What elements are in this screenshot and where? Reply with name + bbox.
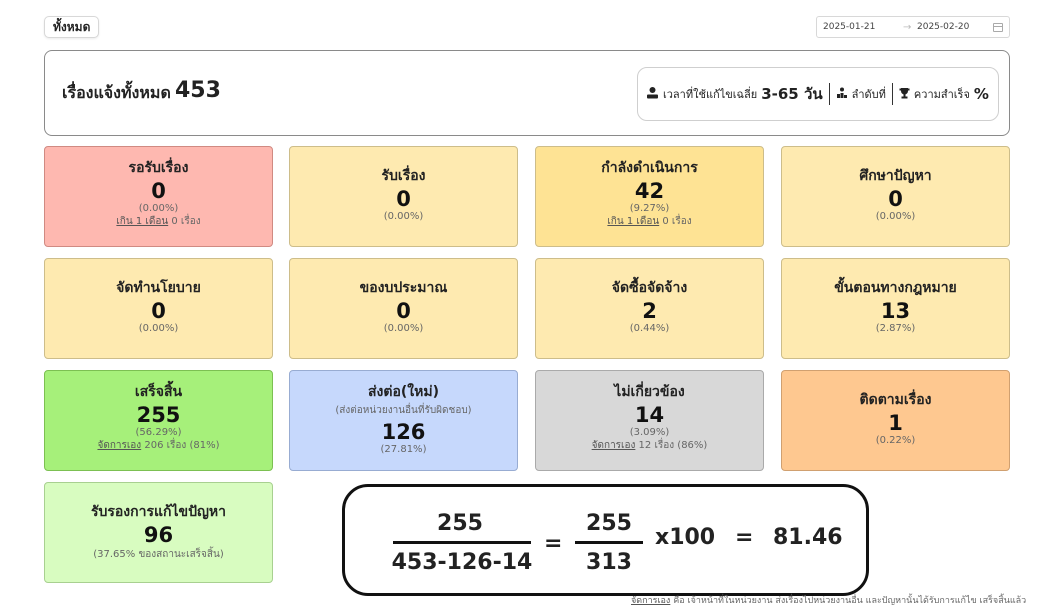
- date-end[interactable]: 2025-02-20: [917, 22, 993, 32]
- summary-panel: เรื่องแจ้งทั้งหมด 453 เวลาที่ใช้แก้ไขเฉล…: [44, 50, 1010, 136]
- formula-denominator-2: 313: [586, 550, 632, 575]
- card-value: 1: [888, 411, 903, 435]
- card-value: 0: [151, 179, 166, 203]
- filter-all-button[interactable]: ทั้งหมด: [44, 16, 100, 38]
- card-title: จัดซื้อจัดจ้าง: [611, 280, 688, 296]
- card-sub: เกิน 1 เดือน 0 เรื่อง: [116, 216, 201, 228]
- success-value: %: [973, 85, 989, 103]
- card-title: รับรองการแก้ไขปัญหา: [90, 504, 227, 520]
- card-title: ติดตามเรื่อง: [859, 392, 932, 408]
- card-title: ไม่เกี่ยวข้อง: [614, 384, 685, 400]
- card-title: เสร็จสิ้น: [134, 384, 183, 400]
- card-value: 126: [381, 420, 426, 444]
- over-month-link[interactable]: เกิน 1 เดือน: [116, 216, 168, 227]
- footnote: จัดการเอง คือ เจ้าหน้าที่ในหน่วยงาน ส่งเ…: [631, 593, 1026, 607]
- formula-numerator-1: 255: [437, 511, 483, 536]
- card-percent: (0.44%): [629, 323, 670, 335]
- success-rate-formula: 255 453-126-14 = 255 313 x100 = 81.46: [342, 484, 869, 596]
- arrow-right-icon: →: [903, 21, 912, 33]
- person-icon: [646, 86, 659, 102]
- card-title: รอรับเรื่อง: [128, 160, 189, 176]
- formula-denominator-1: 453-126-14: [391, 550, 533, 575]
- card-value: 0: [151, 299, 166, 323]
- card-value: 14: [634, 403, 665, 427]
- card-value: 0: [396, 187, 411, 211]
- card-value: 2: [642, 299, 657, 323]
- fraction-bar: [575, 541, 643, 544]
- self-handled-link[interactable]: จัดการเอง: [592, 440, 636, 451]
- status-card-verified[interactable]: รับรองการแก้ไขปัญหา 96 (37.65% ของสถานะเ…: [44, 482, 273, 583]
- success-label: ความสำเร็จ: [913, 88, 970, 101]
- date-range-picker[interactable]: 2025-01-21 → 2025-02-20: [816, 16, 1010, 38]
- card-value: 96: [143, 523, 174, 547]
- date-start[interactable]: 2025-01-21: [823, 22, 903, 32]
- card-title: ส่งต่อ(ใหม่): [368, 384, 439, 400]
- card-title: รับเรื่อง: [381, 168, 426, 184]
- card-percent: (0.00%): [138, 203, 179, 215]
- card-value: 255: [136, 403, 181, 427]
- card-value: 13: [880, 299, 911, 323]
- formula-result: 81.46: [773, 525, 843, 550]
- card-percent: (3.09%): [629, 427, 670, 439]
- stats-pill: เวลาที่ใช้แก้ไขเฉลี่ย 3-65 วัน ลำดับที่ …: [637, 67, 999, 121]
- status-card-budget[interactable]: ของบประมาณ 0 (0.00%): [289, 258, 518, 359]
- card-percent: (0.00%): [138, 323, 179, 335]
- card-percent: (0.00%): [875, 211, 916, 223]
- card-percent: (27.81%): [380, 444, 427, 456]
- calendar-icon[interactable]: [993, 22, 1003, 32]
- success-stat: ความสำเร็จ %: [899, 85, 989, 103]
- total-reports-value: 453: [175, 78, 221, 103]
- card-value: 0: [396, 299, 411, 323]
- formula-numerator-2: 255: [586, 511, 632, 536]
- card-percent: (9.27%): [629, 203, 670, 215]
- status-card-policy[interactable]: จัดทำนโยบาย 0 (0.00%): [44, 258, 273, 359]
- formula-equals-1: =: [544, 531, 563, 556]
- card-title: ขั้นตอนทางกฎหมาย: [834, 280, 957, 296]
- card-percent: (37.65% ของสถานะเสร็จสิ้น): [93, 549, 224, 561]
- avg-time-stat: เวลาที่ใช้แก้ไขเฉลี่ย 3-65 วัน: [646, 82, 823, 106]
- card-value: 42: [634, 179, 665, 203]
- over-month-link[interactable]: เกิน 1 เดือน: [607, 216, 659, 227]
- card-sub: เกิน 1 เดือน 0 เรื่อง: [607, 216, 692, 228]
- divider: [891, 83, 893, 105]
- card-percent: (0.22%): [875, 435, 916, 447]
- fraction-bar: [393, 541, 531, 544]
- card-title: กำลังดำเนินการ: [601, 160, 698, 176]
- card-percent: (0.00%): [383, 323, 424, 335]
- card-title: ศึกษาปัญหา: [859, 168, 932, 184]
- status-card-completed[interactable]: เสร็จสิ้น 255 (56.29%) จัดการเอง 206 เรื…: [44, 370, 273, 471]
- avg-time-label: เวลาที่ใช้แก้ไขเฉลี่ย: [663, 88, 758, 101]
- rank-label: ลำดับที่: [851, 88, 886, 101]
- status-card-study[interactable]: ศึกษาปัญหา 0 (0.00%): [781, 146, 1010, 247]
- card-percent: (2.87%): [875, 323, 916, 335]
- formula-equals-2: =: [735, 525, 754, 550]
- status-card-forwarded[interactable]: ส่งต่อ(ใหม่) (ส่งต่อหน่วยงานอื่นที่รับผิ…: [289, 370, 518, 471]
- total-reports-label: เรื่องแจ้งทั้งหมด: [62, 83, 171, 102]
- card-percent: (56.29%): [135, 427, 182, 439]
- status-card-procurement[interactable]: จัดซื้อจัดจ้าง 2 (0.44%): [535, 258, 764, 359]
- rank-stat: ลำดับที่: [836, 85, 886, 103]
- divider: [828, 83, 830, 105]
- card-note: (ส่งต่อหน่วยงานอื่นที่รับผิดชอบ): [335, 405, 472, 416]
- trophy-icon: [899, 87, 910, 102]
- status-card-in-progress[interactable]: กำลังดำเนินการ 42 (9.27%) เกิน 1 เดือน 0…: [535, 146, 764, 247]
- card-percent: (0.00%): [383, 211, 424, 223]
- card-sub: จัดการเอง 206 เรื่อง (81%): [97, 440, 220, 452]
- card-title: ของบประมาณ: [359, 280, 448, 296]
- status-card-received[interactable]: รับเรื่อง 0 (0.00%): [289, 146, 518, 247]
- hierarchy-icon: [836, 87, 848, 102]
- formula-multiplier: x100: [655, 525, 716, 550]
- status-card-unrelated[interactable]: ไม่เกี่ยวข้อง 14 (3.09%) จัดการเอง 12 เร…: [535, 370, 764, 471]
- card-title: จัดทำนโยบาย: [116, 280, 201, 296]
- status-card-follow-up[interactable]: ติดตามเรื่อง 1 (0.22%): [781, 370, 1010, 471]
- self-handled-link[interactable]: จัดการเอง: [97, 440, 141, 451]
- avg-time-value: 3-65 วัน: [761, 85, 823, 103]
- card-sub: จัดการเอง 12 เรื่อง (86%): [591, 440, 708, 452]
- footnote-link[interactable]: จัดการเอง: [631, 596, 670, 606]
- status-card-pending[interactable]: รอรับเรื่อง 0 (0.00%) เกิน 1 เดือน 0 เรื…: [44, 146, 273, 247]
- status-card-legal[interactable]: ขั้นตอนทางกฎหมาย 13 (2.87%): [781, 258, 1010, 359]
- card-value: 0: [888, 187, 903, 211]
- footnote-text: คือ เจ้าหน้าที่ในหน่วยงาน ส่งเรื่องไปหน่…: [670, 596, 1027, 606]
